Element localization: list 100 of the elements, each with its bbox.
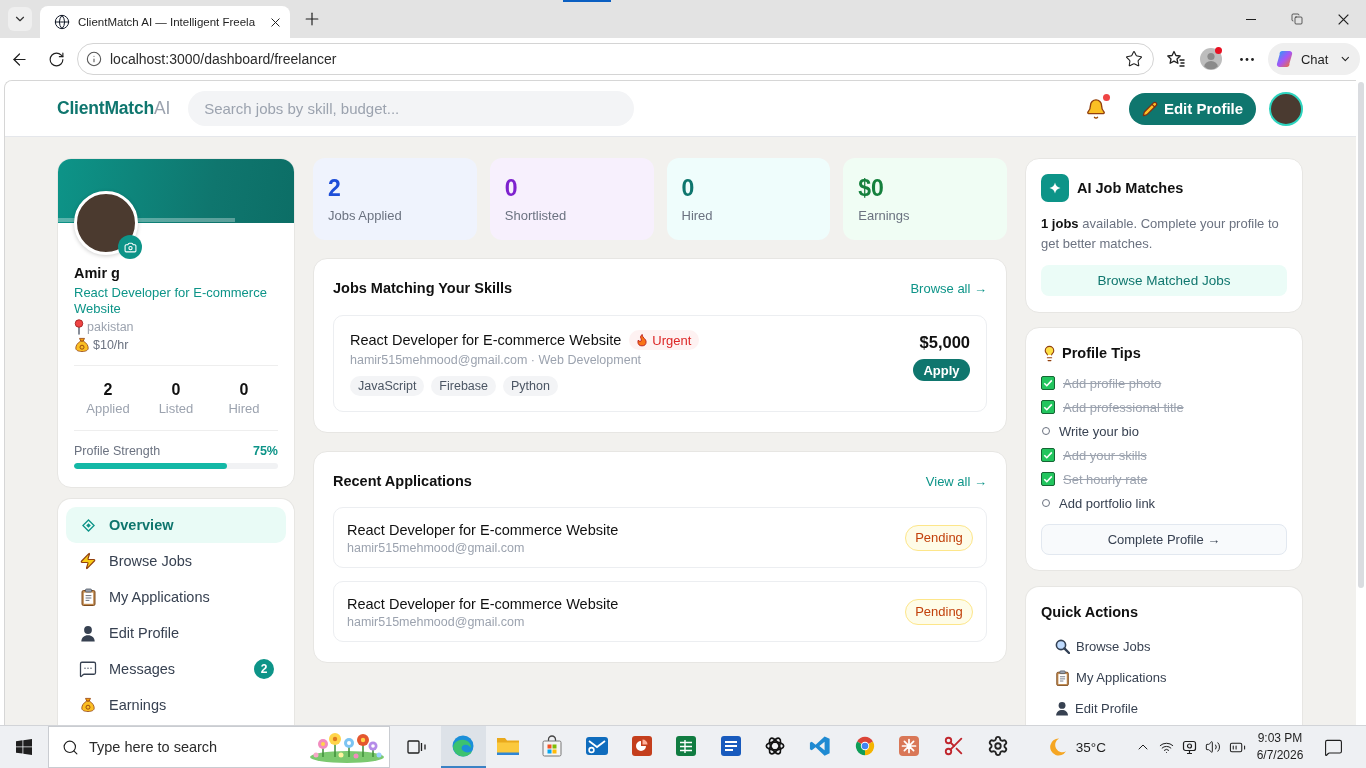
folded-ribbon-icon [809, 735, 832, 757]
nav-item[interactable]: Edit Profile [66, 615, 286, 651]
job-budget: $5,000 [919, 332, 970, 352]
wave-circle-icon [451, 734, 476, 758]
stat-value: 0 [504, 175, 519, 201]
stat-value: $0 [858, 175, 885, 201]
stat-label: Shortlisted [504, 208, 568, 224]
stat-value: 2 [328, 175, 342, 201]
chat-button[interactable]: Chat [1268, 43, 1360, 75]
bell-icon [1085, 97, 1107, 120]
pin-icon [74, 319, 84, 335]
nav-item[interactable]: Overview [66, 507, 286, 543]
application-email: hamir515mehmood@gmail.com [347, 539, 526, 557]
refresh-icon [47, 50, 65, 68]
title-bar-indicator [563, 0, 611, 2]
view-all-link[interactable]: View all → [925, 473, 987, 489]
flame-icon [635, 333, 650, 347]
tab-list-button[interactable] [8, 7, 32, 31]
stat-value: 0 [239, 380, 249, 400]
complete-profile-button[interactable]: Complete Profile → [1041, 524, 1287, 555]
magnifier-icon [1055, 639, 1070, 654]
stat-label: Listed [158, 400, 194, 418]
person-icon [80, 624, 96, 642]
quick-action[interactable]: Browse Jobs [1041, 631, 1287, 662]
shopping-bag-icon [541, 735, 564, 757]
document-icon [719, 735, 742, 757]
favorites-icon [1166, 50, 1186, 68]
money-bag-icon [74, 337, 90, 353]
profile-headline: React Developer for E-commerce Website [74, 285, 268, 317]
camera-icon[interactable] [118, 235, 142, 259]
apply-button[interactable]: Apply [913, 359, 970, 381]
quick-action[interactable]: Edit Profile [1041, 693, 1287, 724]
gear-icon [987, 735, 1010, 757]
taskbar-search-field[interactable]: Type here to search [89, 735, 299, 759]
stat-label: Jobs Applied [328, 208, 403, 224]
start-icon [16, 739, 32, 755]
restore-icon [1291, 13, 1303, 25]
clipboard-icon [79, 588, 97, 606]
gradient-logo-icon [1276, 49, 1294, 69]
taskbar-search-box[interactable]: Type here to search [48, 726, 390, 768]
search-field[interactable]: Search jobs by skill, budget... [188, 91, 635, 126]
folder-icon [495, 735, 520, 757]
job-title: React Developer for E-commerce Website [350, 332, 622, 348]
tip-text: Set hourly rate [1063, 471, 1148, 487]
star-icon [1125, 50, 1143, 68]
lightning-icon [79, 552, 97, 570]
strength-label: Profile Strength [74, 444, 161, 458]
info-icon [86, 51, 102, 67]
close-icon [270, 17, 280, 27]
volume-icon [1205, 739, 1221, 755]
more-icon [1240, 57, 1254, 61]
nav-item[interactable]: My Applications [66, 579, 286, 615]
browse-all-link[interactable]: Browse all → [910, 280, 987, 296]
tip-text: Add professional title [1063, 399, 1184, 415]
status-tag: Pending [905, 598, 973, 625]
stat-value: 2 [103, 380, 113, 400]
tip-text: Add profile photo [1063, 375, 1162, 391]
nav-item[interactable]: Messages 2 [66, 651, 286, 687]
status-tag: Pending [905, 524, 973, 551]
section-title: Recent Applications [333, 473, 472, 489]
diamond-icon [81, 518, 95, 532]
skill-tag: JavaScript [350, 376, 425, 396]
tricolor-circle-icon [853, 735, 876, 757]
card-title: Profile Tips [1062, 344, 1141, 363]
scrollbar-thumb[interactable] [1358, 82, 1364, 588]
application-email: hamir515mehmood@gmail.com [347, 613, 526, 631]
card-title: Quick Actions [1041, 603, 1139, 622]
count-badge: 2 [254, 659, 274, 679]
tip-text: Write your bio [1059, 423, 1139, 439]
nav-item[interactable]: Earnings [66, 687, 286, 723]
user-avatar[interactable] [1269, 91, 1303, 126]
spreadsheet-icon [675, 735, 698, 757]
stat-label: Earnings [858, 208, 911, 224]
edit-profile-button[interactable]: Edit Profile [1129, 92, 1256, 125]
clipboard-icon [1055, 669, 1071, 686]
clock-time: 9:03 PM [1257, 730, 1303, 747]
application-title: React Developer for E-commerce Website [347, 594, 619, 613]
globe-icon [54, 14, 70, 30]
browse-matched-jobs-button[interactable]: Browse Matched Jobs [1041, 265, 1287, 296]
close-icon [1337, 13, 1349, 25]
strength-percent: 75% [252, 444, 278, 458]
webcam-icon [1182, 739, 1197, 755]
stat-value: 0 [171, 380, 181, 400]
matches-text: 1 jobs available. Complete your profile to get better matches. [1041, 215, 1280, 253]
nav-item[interactable]: Browse Jobs [66, 543, 286, 579]
search-icon [62, 738, 79, 756]
stat-label: Applied [86, 400, 130, 418]
application-title: React Developer for E-commerce Website [347, 520, 619, 539]
quick-action[interactable]: My Applications [1041, 662, 1287, 693]
section-title: Jobs Matching Your Skills [333, 280, 513, 296]
money-bag-icon [80, 697, 96, 713]
profile-name: Amir g [74, 264, 121, 282]
tip-text: Add your skills [1063, 447, 1147, 463]
person-avatar-icon [1200, 48, 1222, 70]
minimize-icon [1246, 18, 1256, 20]
urgent-label: Urgent [652, 332, 692, 348]
message-icon [1323, 737, 1343, 757]
stat-label: Hired [681, 208, 714, 224]
person-icon [1055, 701, 1070, 716]
browser-tab[interactable]: ClientMatch AI — Intelligent Freela [40, 6, 290, 38]
